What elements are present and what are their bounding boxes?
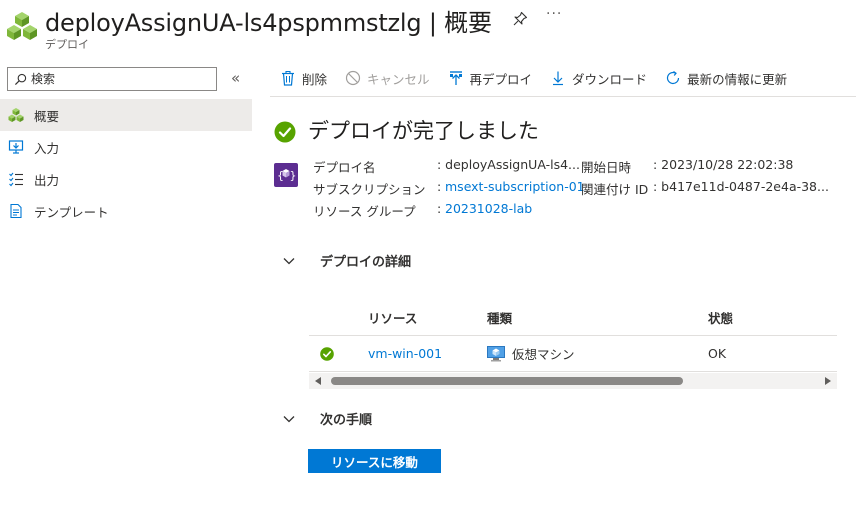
more-options-button[interactable]: ··· xyxy=(546,6,562,22)
resource-group-separator: : xyxy=(437,201,442,216)
table-row: vm-win-001 仮想マシン OK xyxy=(309,336,837,372)
sidebar-item-label: テンプレート xyxy=(34,204,109,220)
template-icon xyxy=(10,203,22,219)
deploy-details-title: デプロイの詳細 xyxy=(320,255,412,270)
deployment-template-icon: { } xyxy=(274,163,298,187)
collapse-sidebar-button[interactable]: « xyxy=(231,69,240,87)
download-icon xyxy=(553,71,564,86)
deploy-name-label: デプロイ名 xyxy=(313,160,376,175)
cancel-icon xyxy=(345,70,361,86)
refresh-button[interactable]: 最新の情報に更新 xyxy=(665,69,787,88)
download-label: ダウンロード xyxy=(572,71,648,87)
column-header-resource[interactable]: リソース xyxy=(368,308,417,327)
deployment-cubes-icon xyxy=(7,12,37,40)
sidebar-item-overview[interactable]: 概要 xyxy=(0,99,252,131)
sidebar-item-label: 出力 xyxy=(34,172,60,188)
trash-icon xyxy=(282,70,294,86)
resource-type: 仮想マシン xyxy=(487,344,575,363)
deployment-resources-table: リソース 種類 状態 vm-win-001 仮想マシン OK xyxy=(309,300,837,372)
table-header: リソース 種類 状態 xyxy=(309,300,837,336)
delete-button[interactable]: 削除 xyxy=(280,69,327,88)
deploy-details-toggle[interactable]: デプロイの詳細 xyxy=(282,251,411,270)
delete-label: 削除 xyxy=(302,71,328,87)
resource-group-label: リソース グループ xyxy=(313,204,416,219)
start-time-label: 開始日時 xyxy=(581,160,632,175)
resource-group-link[interactable]: 20231028-lab xyxy=(445,201,532,216)
chevron-down-icon xyxy=(283,415,295,422)
page-subtitle: デプロイ xyxy=(45,38,89,51)
column-header-status[interactable]: 状態 xyxy=(708,308,733,327)
subscription-separator: : xyxy=(437,179,442,194)
resource-status: OK xyxy=(708,346,727,361)
start-time-value: : 2023/10/28 22:02:38 xyxy=(653,157,794,172)
correlation-id-label: 関連付け ID xyxy=(581,182,649,197)
redeploy-label: 再デプロイ xyxy=(469,71,533,87)
scroll-left-arrow[interactable] xyxy=(315,377,321,385)
resource-link[interactable]: vm-win-001 xyxy=(368,346,442,361)
cancel-button[interactable]: キャンセル xyxy=(345,69,430,88)
overview-cubes-icon xyxy=(8,108,24,122)
sidebar-item-label: 入力 xyxy=(34,140,60,156)
svg-text:}: } xyxy=(290,169,297,182)
page-header: deployAssignUA-ls4pspmmstzlg | 概要 デプロイ ·… xyxy=(0,0,856,56)
sidebar-item-input[interactable]: 入力 xyxy=(0,131,252,163)
redeploy-button[interactable]: 再デプロイ xyxy=(448,69,533,88)
download-button[interactable]: ダウンロード xyxy=(550,69,647,88)
success-check-icon xyxy=(320,346,334,361)
horizontal-scrollbar[interactable] xyxy=(309,373,837,389)
go-to-resource-button[interactable]: リソースに移動 xyxy=(308,449,441,473)
next-steps-title: 次の手順 xyxy=(320,413,373,428)
sidebar-item-template[interactable]: テンプレート xyxy=(0,195,252,227)
success-check-icon xyxy=(274,121,296,143)
command-bar: 削除 キャンセル 再デプロイ ダウンロード 最新の情報に更新 xyxy=(270,60,856,97)
redeploy-icon xyxy=(449,71,462,85)
cancel-label: キャンセル xyxy=(367,71,430,87)
input-icon xyxy=(8,140,24,154)
page-title: deployAssignUA-ls4pspmmstzlg | 概要 xyxy=(45,9,492,37)
chevron-down-icon xyxy=(283,257,295,264)
output-icon xyxy=(9,172,23,187)
subscription-link[interactable]: msext-subscription-01 xyxy=(445,179,585,194)
correlation-id-value: : b417e11d-0487-2e4a-38... xyxy=(653,179,829,194)
sidebar-nav: 概要 入力 出力 テンプレート xyxy=(0,99,252,227)
search-input[interactable] xyxy=(31,72,211,86)
subscription-label: サブスクリプション xyxy=(313,182,426,197)
resource-type-label: 仮想マシン xyxy=(512,347,575,362)
virtual-machine-icon xyxy=(487,345,505,361)
refresh-label: 最新の情報に更新 xyxy=(687,71,788,87)
deploy-name-value: : deployAssignUA-ls4... xyxy=(437,157,580,172)
search-icon xyxy=(14,73,27,85)
column-header-type[interactable]: 種類 xyxy=(487,308,512,327)
refresh-icon xyxy=(666,71,680,85)
sidebar-item-output[interactable]: 出力 xyxy=(0,163,252,195)
pin-icon[interactable] xyxy=(512,11,528,27)
deployment-status-title: デプロイが完了しました xyxy=(308,119,539,143)
scroll-right-arrow[interactable] xyxy=(825,377,831,385)
next-steps-toggle[interactable]: 次の手順 xyxy=(282,409,372,428)
search-box[interactable] xyxy=(7,67,217,91)
sidebar-item-label: 概要 xyxy=(34,108,60,124)
scroll-thumb[interactable] xyxy=(331,377,683,385)
